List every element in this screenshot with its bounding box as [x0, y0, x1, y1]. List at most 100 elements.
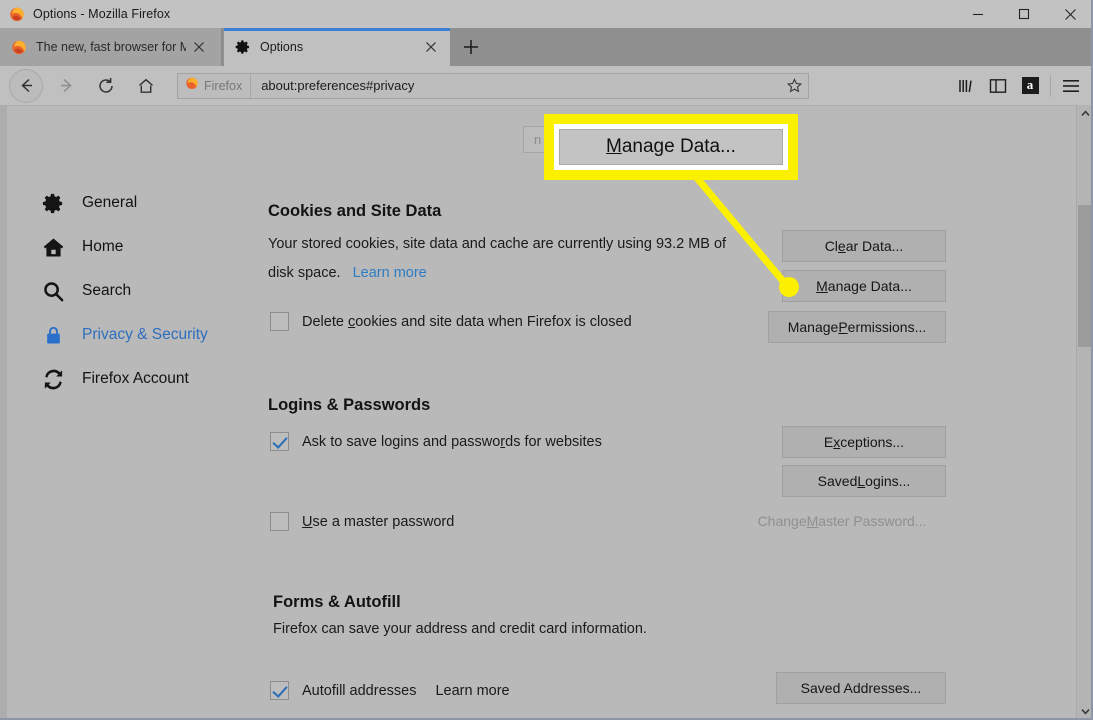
tab-strip: The new, fast browser for Mac Options: [0, 28, 1093, 66]
firefox-options-window: Options - Mozilla Firefox The new, fast …: [0, 0, 1093, 720]
btn-accesskey: M: [806, 513, 819, 529]
sidebar-item-label: Firefox Account: [82, 370, 189, 387]
browser-tab-inactive[interactable]: The new, fast browser for Mac: [0, 28, 222, 66]
btn-text-pre: Manage: [787, 319, 839, 335]
tab-close-icon[interactable]: [186, 34, 212, 60]
callout-inner-frame: Manage Data...: [554, 124, 788, 170]
sidebar-item-firefox-account[interactable]: Firefox Account: [40, 357, 255, 401]
checkbox-ask-save-logins-row[interactable]: Ask to save logins and passwords for web…: [270, 432, 602, 451]
sync-icon: [40, 366, 66, 392]
back-arrow-icon[interactable]: [9, 68, 43, 103]
firefox-logo-icon: [9, 6, 25, 22]
learn-more-link-cookies[interactable]: Learn more: [353, 265, 427, 281]
close-button[interactable]: [1047, 0, 1093, 28]
saved-logins-button[interactable]: Saved Logins...: [782, 465, 946, 497]
checkbox-autofill-addresses-label: Autofill addresses: [302, 682, 417, 699]
tab-close-icon[interactable]: [418, 34, 444, 60]
sidebar-item-search[interactable]: Search: [40, 269, 255, 313]
manage-permissions-button[interactable]: Manage Permissions...: [768, 311, 946, 343]
saved-addresses-button[interactable]: Saved Addresses...: [776, 672, 946, 704]
btn-accesskey: P: [838, 319, 848, 335]
callout-manage-data-button[interactable]: Manage Data...: [559, 129, 783, 165]
reload-icon[interactable]: [89, 69, 123, 103]
callout-highlight-box: Manage Data...: [544, 114, 798, 180]
toolbar-divider: [1050, 74, 1051, 97]
callout-endpoint-dot: [779, 277, 799, 297]
section-title-logins: Logins & Passwords: [268, 396, 431, 414]
tab-title: The new, fast browser for Mac: [36, 40, 186, 54]
window-titlebar: Options - Mozilla Firefox: [0, 0, 1093, 28]
browser-tab-options[interactable]: Options: [224, 28, 450, 66]
btn-accesskey: x: [833, 434, 841, 450]
maximize-button[interactable]: [1001, 0, 1047, 28]
manage-data-button[interactable]: Manage Data...: [782, 270, 946, 302]
cookies-description: Your stored cookies, site data and cache…: [268, 230, 768, 288]
window-title: Options - Mozilla Firefox: [33, 7, 171, 21]
firefox-icon: [11, 39, 27, 55]
new-tab-button[interactable]: [452, 28, 490, 66]
identity-box[interactable]: Firefox: [178, 73, 252, 98]
home-icon[interactable]: [129, 69, 163, 103]
forms-description: Firefox can save your address and credit…: [273, 621, 647, 637]
checkbox-delete-cookies-label: Delete cookies and site data when Firefo…: [302, 313, 632, 330]
checkbox-master-password[interactable]: [270, 512, 289, 531]
btn-text-post: ogins...: [865, 473, 911, 489]
learn-more-link-forms[interactable]: Learn more: [435, 683, 509, 699]
cookies-description-line2: disk space.: [268, 265, 341, 281]
btn-text-post: ar Data...: [845, 238, 904, 254]
callout-btn-accesskey: M: [606, 136, 622, 157]
btn-text-pre: Cl: [824, 238, 838, 254]
library-icon[interactable]: [950, 70, 982, 102]
star-icon[interactable]: [780, 78, 808, 93]
section-title-cookies: Cookies and Site Data: [268, 202, 442, 220]
btn-text-post: aster Password...: [818, 513, 927, 529]
checkbox-autofill-addresses[interactable]: [270, 681, 289, 700]
btn-text-pre: E: [823, 434, 834, 450]
checkbox-ask-save-logins[interactable]: [270, 432, 289, 451]
clear-data-button[interactable]: Cl e ar Data...: [782, 230, 946, 262]
sidebar-item-label: Privacy & Security: [82, 326, 208, 343]
navigation-toolbar: Firefox about:preferences#privacy a: [0, 66, 1093, 105]
amazon-icon[interactable]: a: [1014, 70, 1046, 102]
hamburger-menu-icon[interactable]: [1055, 70, 1087, 102]
url-bar[interactable]: Firefox about:preferences#privacy: [177, 72, 809, 99]
page-left-gutter: [0, 106, 7, 720]
btn-text-pre: Change: [757, 513, 807, 529]
checkbox-autofill-addresses-row[interactable]: Autofill addresses Learn more: [270, 681, 510, 700]
sidebar-item-home[interactable]: Home: [40, 225, 255, 269]
btn-text-post: ermissions...: [847, 319, 927, 335]
btn-text: Saved Addresses...: [800, 680, 922, 696]
identity-label: Firefox: [204, 78, 243, 93]
sidebar-item-privacy-security[interactable]: Privacy & Security: [40, 313, 255, 357]
toolbar-right-actions: a: [950, 66, 1093, 105]
checkbox-master-password-row[interactable]: Use a master password: [270, 512, 454, 531]
url-text[interactable]: about:preferences#privacy: [251, 78, 780, 93]
preferences-page: n Options General Home: [0, 105, 1093, 720]
sidebar-item-label: Home: [82, 238, 124, 255]
gear-icon: [235, 39, 251, 55]
firefox-identity-icon: [185, 76, 199, 95]
search-icon: [40, 278, 66, 304]
checkbox-delete-cookies-row[interactable]: Delete cookies and site data when Firefo…: [270, 312, 632, 331]
minimize-button[interactable]: [955, 0, 1001, 28]
change-master-password-button: Change Master Password...: [738, 505, 946, 537]
forward-arrow-icon[interactable]: [49, 69, 83, 103]
checkbox-master-password-label: Use a master password: [302, 513, 455, 530]
exceptions-button[interactable]: Ex ceptions...: [782, 426, 946, 458]
sidebar-item-label: Search: [82, 282, 132, 299]
amazon-badge-label: a: [1021, 77, 1039, 94]
sidebar-item-general[interactable]: General: [40, 181, 255, 225]
preferences-sidebar: General Home Search Privacy & Security F…: [40, 181, 255, 401]
btn-accesskey: M: [816, 278, 828, 294]
callout-btn-post: anage Data...: [621, 136, 736, 157]
checkbox-ask-save-logins-label: Ask to save logins and passwords for web…: [302, 433, 602, 450]
btn-text-post: anage Data...: [827, 278, 912, 294]
cookies-description-line1: Your stored cookies, site data and cache…: [268, 236, 727, 252]
btn-accesskey: L: [857, 473, 866, 489]
btn-accesskey: e: [837, 238, 846, 254]
sidebar-icon[interactable]: [982, 70, 1014, 102]
checkbox-delete-cookies[interactable]: [270, 312, 289, 331]
btn-text-post: ceptions...: [840, 434, 905, 450]
section-title-forms: Forms & Autofill: [273, 593, 401, 611]
home-icon: [40, 234, 66, 260]
